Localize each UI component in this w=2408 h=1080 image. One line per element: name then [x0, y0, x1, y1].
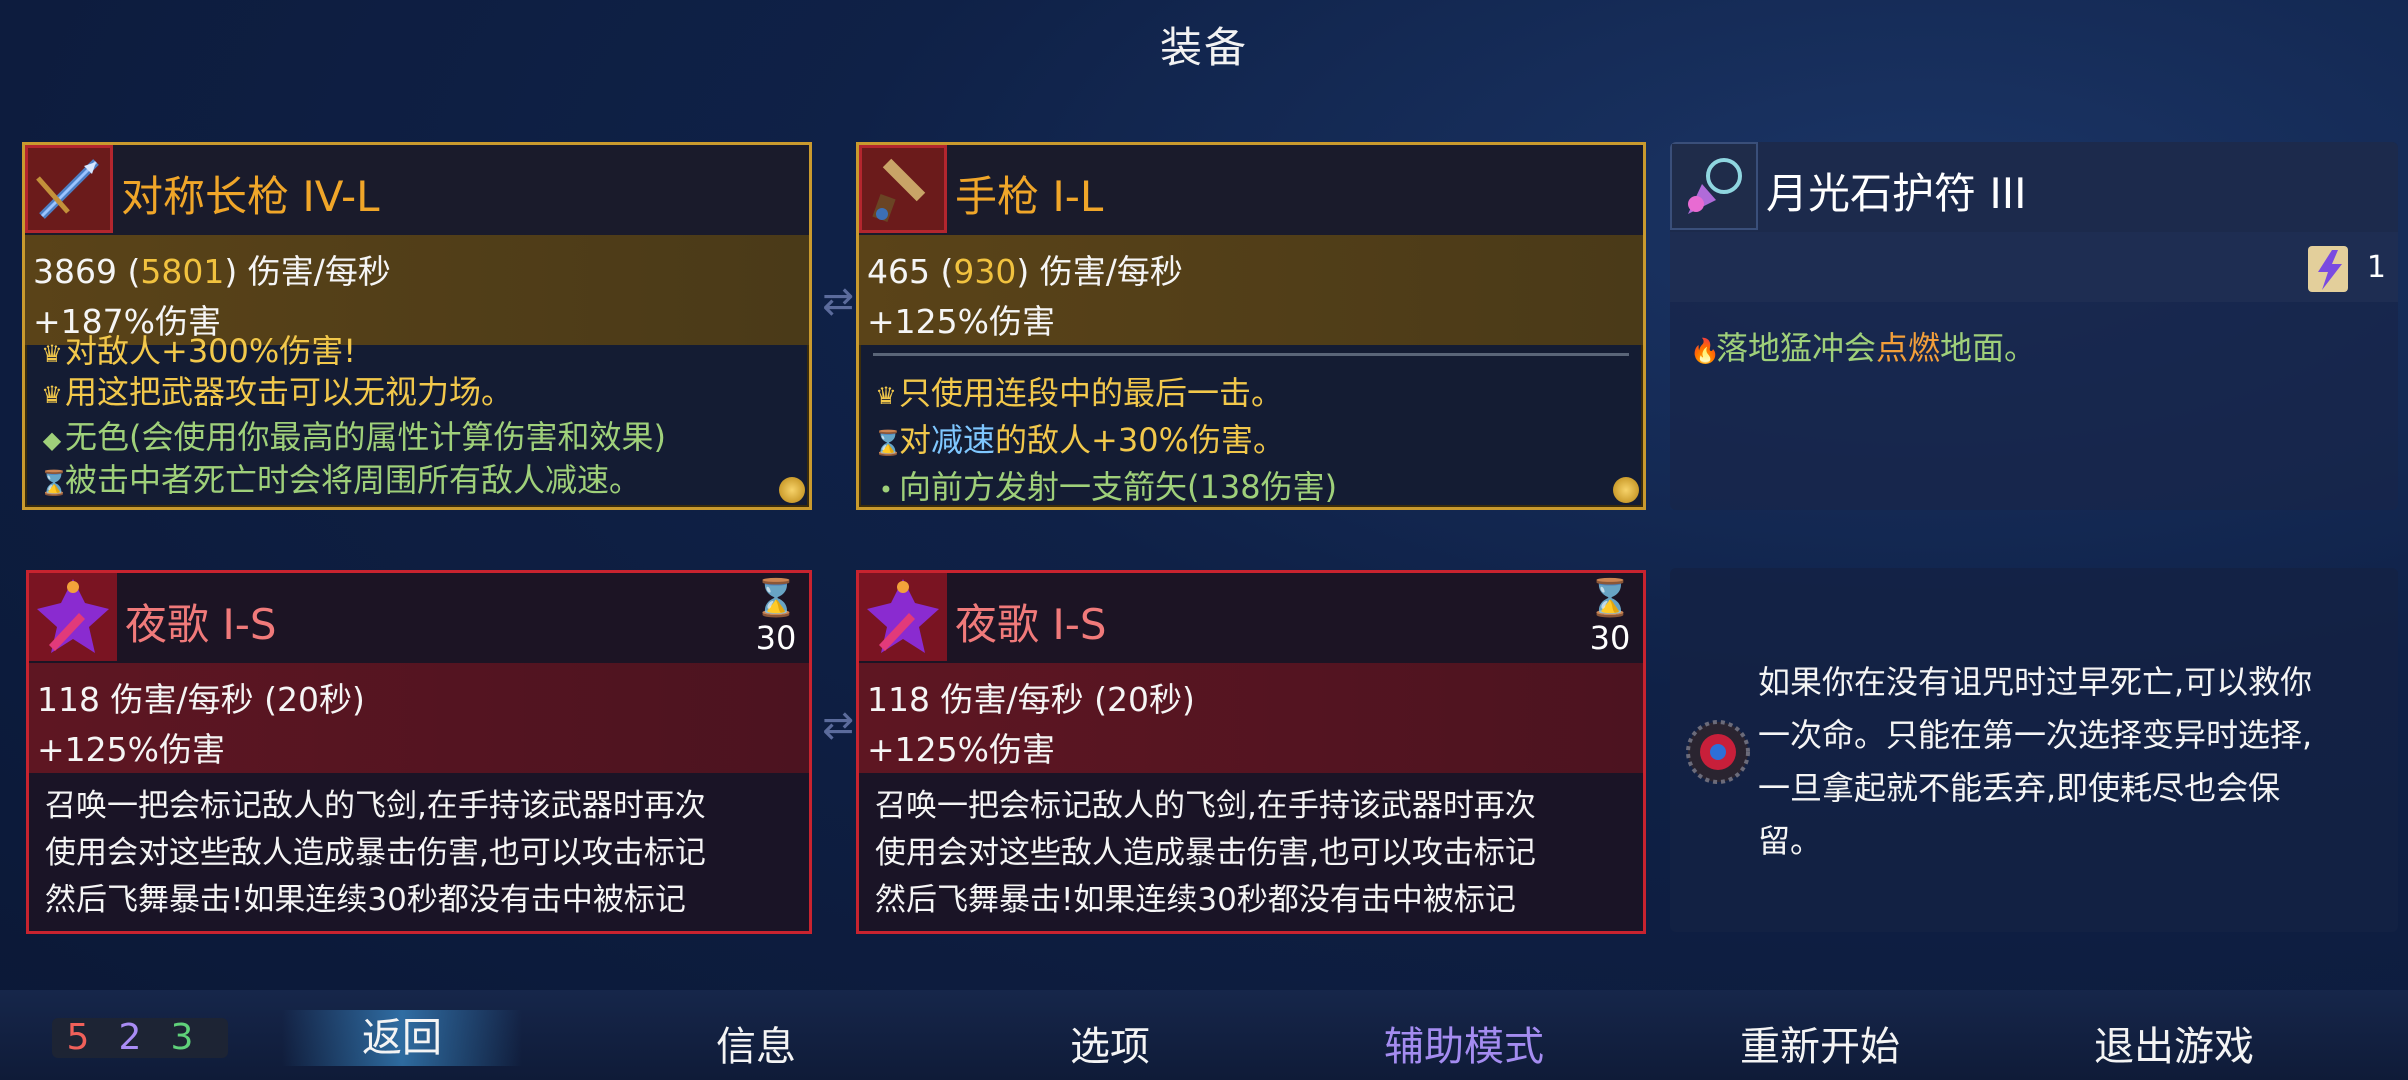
amulet-name: 月光石护符 III [1766, 169, 2027, 218]
menu-options-button[interactable]: 选项 [990, 1014, 1230, 1072]
skill-1-name: 夜歌 I-S [125, 600, 277, 649]
skill-slot-2[interactable]: 夜歌 I-S ⌛ 30 118 伤害/每秒 (20秒) +125%伤害 召唤一把会… [856, 570, 1646, 934]
amulet-icon [1670, 142, 1758, 230]
weapon-slot-1[interactable]: 对称长枪 IV-L 3869 (5801) 伤害/每秒 +187%伤害 ♛对敌人… [22, 142, 812, 510]
nightsong-icon [859, 573, 947, 661]
stat-scrolls-counter: 523 [52, 1018, 228, 1058]
skill-1-stats: 118 伤害/每秒 (20秒) +125%伤害 [29, 663, 809, 773]
dot-icon: • [878, 476, 894, 504]
tactics-count: 2 [118, 1017, 142, 1058]
mutation-icon [1680, 714, 1756, 790]
skill-slot-1[interactable]: 夜歌 I-S ⌛ 30 118 伤害/每秒 (20秒) +125%伤害 召唤一把会… [26, 570, 812, 934]
brutality-count: 5 [66, 1017, 90, 1058]
skill-1-cooldown: ⌛ 30 [751, 578, 801, 658]
fire-icon: 🔥 [1690, 337, 1720, 365]
hourglass-icon: ⌛ [753, 578, 799, 619]
divider [873, 353, 1629, 356]
weapon-2-dps: 465 (930) 伤害/每秒 [867, 252, 1183, 291]
weapon-slot-2[interactable]: 手枪 I-L 465 (930) 伤害/每秒 +125%伤害 ♛只使用连段中的最… [856, 142, 1646, 510]
skill-1-bonus: +125%伤害 [37, 730, 225, 769]
weapon-2-name: 手枪 I-L [955, 172, 1104, 221]
skill-2-stats: 118 伤害/每秒 (20秒) +125%伤害 [859, 663, 1643, 773]
amulet-effect: 🔥落地猛冲会点燃地面。 [1690, 326, 2392, 373]
skill-1-description: 召唤一把会标记敌人的飞剑,在手持该武器时再次 使用会对这些敌人造成暴击伤害,也可… [45, 788, 706, 918]
mutation-description: 如果你在没有诅咒时过早死亡,可以救你 一次命。只能在第一次选择变异时选择, 一旦… [1758, 663, 2313, 860]
crown-icon: ♛ [875, 382, 897, 410]
weapon-2-line: • 向前方发射一支箭矢(138伤害) [873, 465, 1637, 507]
swap-weapons-icon[interactable]: ⇄ [816, 282, 860, 362]
survival-count: 3 [170, 1017, 194, 1058]
swap-skills-icon[interactable]: ⇄ [816, 706, 860, 786]
menu-restart-button[interactable]: 重新开始 [1700, 1014, 1940, 1072]
mutation-slot[interactable]: 如果你在没有诅咒时过早死亡,可以救你 一次命。只能在第一次选择变异时选择, 一旦… [1670, 568, 2398, 932]
weapon-1-line: ◆ 无色(会使用你最高的属性计算伤害和效果) [39, 415, 803, 462]
weapon-2-bonus: +125%伤害 [867, 302, 1055, 341]
hourglass-icon: ⌛ [39, 469, 69, 497]
gold-corner-icon [779, 477, 805, 503]
menu-info-button[interactable]: 信息 [636, 1014, 876, 1072]
weapon-2-line: ♛只使用连段中的最后一击。 [873, 371, 1637, 418]
amulet-slot[interactable]: 月光石护符 III 1 🔥落地猛冲会点燃地面。 [1670, 142, 2398, 510]
menu-back-button[interactable]: 返回 [282, 1010, 522, 1066]
weapon-2-description: ♛只使用连段中的最后一击。 ⌛对减速的敌人+30%伤害。 • 向前方发射一支箭矢(… [873, 371, 1637, 507]
skill-2-bonus: +125%伤害 [867, 730, 1055, 769]
weapon-1-line: ♛对敌人+300%伤害! [39, 329, 803, 376]
weapon-2-line: ⌛对减速的敌人+30%伤害。 [873, 418, 1637, 465]
spear-icon [25, 145, 113, 233]
crown-icon: ♛ [41, 381, 63, 409]
weapon-1-line: ♛用这把武器攻击可以无视力场。 [39, 370, 803, 417]
scroll-count: 1 [2366, 250, 2386, 285]
weapon-1-description: ♛对敌人+300%伤害! ♛用这把武器攻击可以无视力场。 ◆ 无色(会使用你最高的… [39, 332, 803, 505]
skill-2-dps: 118 伤害/每秒 (20秒) [867, 680, 1195, 719]
amulet-scroll-row: 1 [1670, 232, 2398, 302]
weapon-2-stats: 465 (930) 伤害/每秒 +125%伤害 [859, 235, 1643, 345]
menu-assist-mode-button[interactable]: 辅助模式 [1344, 1014, 1584, 1072]
skill-2-cooldown: ⌛ 30 [1585, 578, 1635, 658]
scroll-icon [2302, 238, 2358, 298]
skill-1-dps: 118 伤害/每秒 (20秒) [37, 680, 365, 719]
weapon-1-line: ⌛被击中者死亡时会将周围所有敌人减速。 [39, 458, 803, 505]
menu-quit-button[interactable]: 退出游戏 [2054, 1014, 2294, 1072]
pistol-icon [859, 145, 947, 233]
hourglass-icon: ⌛ [873, 429, 903, 457]
skill-2-name: 夜歌 I-S [955, 600, 1107, 649]
weapon-1-name: 对称长枪 IV-L [121, 172, 380, 221]
nightsong-icon [29, 573, 117, 661]
diamond-icon: ◆ [42, 426, 62, 454]
weapon-1-dps: 3869 (5801) 伤害/每秒 [33, 252, 391, 291]
skill-2-description: 召唤一把会标记敌人的飞剑,在手持该武器时再次 使用会对这些敌人造成暴击伤害,也可… [875, 788, 1536, 918]
gold-corner-icon [1613, 477, 1639, 503]
page-title: 装备 [1159, 23, 1248, 72]
hourglass-icon: ⌛ [1587, 578, 1633, 619]
